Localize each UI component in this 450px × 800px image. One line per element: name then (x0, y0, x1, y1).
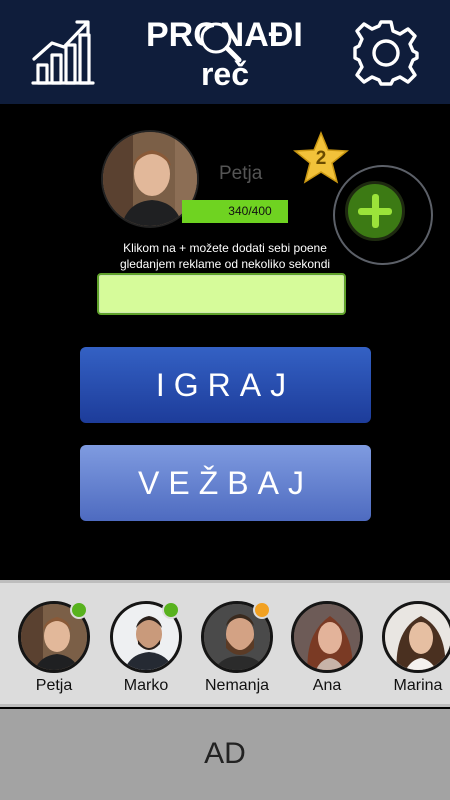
friend-name: Ana (312, 677, 342, 694)
level-number: 2 (315, 148, 327, 169)
friend-avatar (382, 601, 450, 673)
player-name: Petja (219, 163, 263, 184)
add-points-button[interactable] (345, 181, 405, 241)
stats-button[interactable] (30, 17, 96, 87)
app-logo: PRONAĐI reč (140, 14, 310, 94)
friend-item[interactable]: Nemanja (192, 599, 282, 704)
friend-photo (294, 604, 360, 670)
online-status-dot (162, 601, 180, 619)
plus-icon-vertical (372, 194, 379, 228)
online-status-dot (253, 601, 271, 619)
friend-name: Marina (393, 677, 443, 694)
friend-item[interactable]: Marko (101, 599, 191, 704)
xp-text: 340/400 (228, 204, 272, 218)
ad-banner[interactable]: AD (0, 709, 450, 800)
friend-avatar (291, 601, 363, 673)
friend-item[interactable]: Petja (9, 599, 99, 704)
level-badge: 2 (292, 131, 350, 187)
friend-name: Petja (35, 677, 73, 694)
friend-name: Marko (123, 677, 169, 694)
reward-ad-field[interactable] (97, 273, 346, 315)
friends-list: Petja Marko Nemanja Ana Marina (0, 580, 450, 707)
practice-button[interactable]: VEŽBAJ (80, 445, 371, 521)
play-button[interactable]: IGRAJ (80, 347, 371, 423)
gear-icon (353, 20, 419, 86)
friend-item[interactable]: Ana (282, 599, 372, 704)
friend-name: Nemanja (204, 677, 270, 694)
friend-item[interactable]: Marina (373, 599, 450, 704)
bar-chart-growth-icon (31, 20, 95, 85)
ad-label: AD (204, 737, 246, 770)
online-status-dot (70, 601, 88, 619)
friend-photo (385, 604, 450, 670)
top-bar: PRONAĐI reč (0, 0, 450, 104)
main-screen: PRONAĐI reč Petj (0, 0, 450, 800)
settings-button[interactable] (351, 18, 421, 88)
logo-subtitle: reč (200, 56, 250, 92)
add-points-hint: Klikom na + možete dodati sebi poene gle… (119, 241, 331, 271)
